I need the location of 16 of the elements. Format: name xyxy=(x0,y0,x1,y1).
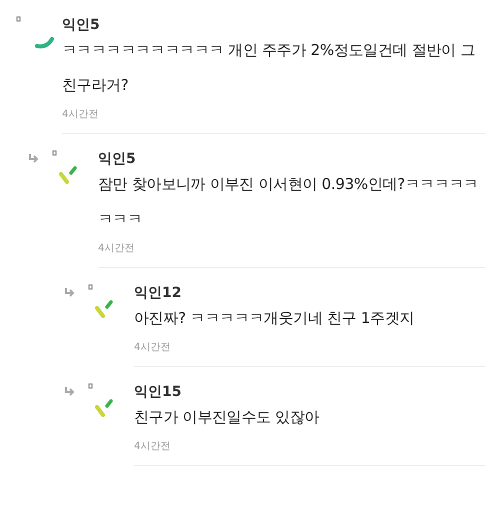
timestamp: 4시간전 xyxy=(134,341,170,355)
timestamp: 4시간전 xyxy=(98,242,134,256)
timestamp: 4시간전 xyxy=(134,440,170,454)
reply-arrow-icon xyxy=(64,287,76,297)
author-name: 익인5 xyxy=(62,16,101,35)
comment-text: 아진짜? ㅋㅋㅋㅋㅋ개웃기네 친구 1주겟지 xyxy=(134,308,416,329)
avatar-icon xyxy=(15,15,55,51)
reply-arrow-icon xyxy=(28,153,40,163)
author-name: 익인5 xyxy=(98,150,137,169)
author-name: 익인12 xyxy=(134,284,182,303)
author-name: 익인15 xyxy=(134,383,182,402)
comment-text: 잠만 찾아보니까 이부진 이서현이 0.93%인데?ㅋㅋㅋㅋㅋㅋㅋㅋ xyxy=(98,174,480,230)
comment-text: 친구가 이부진일수도 있잖아 xyxy=(134,407,320,428)
reply-arrow-icon xyxy=(64,386,76,396)
comment-text: ㅋㅋㅋㅋㅋㅋㅋㅋㅋㅋㅋ 개인 주주가 2%정도일건데 절반이 그 친구라거? xyxy=(62,40,476,96)
timestamp: 4시간전 xyxy=(62,108,98,122)
